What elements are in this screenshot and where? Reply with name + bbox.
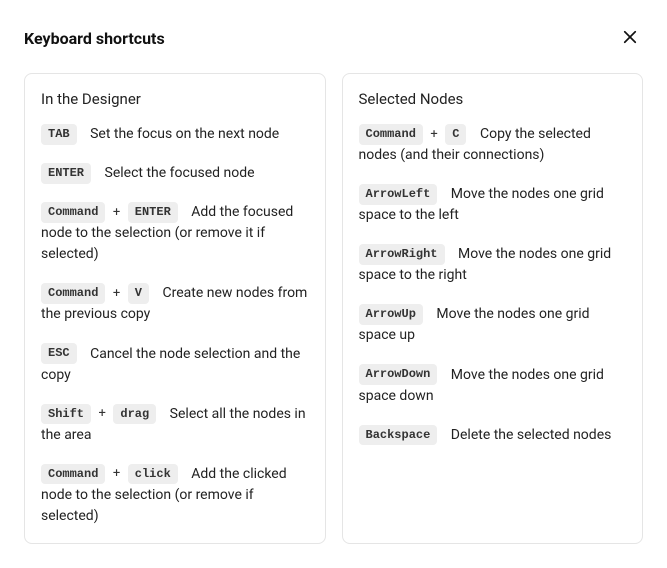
key: Command	[359, 124, 423, 145]
shortcut-desc: Cancel the node selection and the copy	[41, 346, 300, 383]
panel-title: In the Designer	[41, 90, 309, 108]
shortcut-row: ArrowRight Move the nodes one grid space…	[359, 244, 627, 286]
key: C	[445, 124, 466, 145]
close-button[interactable]	[617, 24, 643, 53]
shortcut-desc: Delete the selected nodes	[451, 427, 612, 443]
shortcut-row: ENTER Select the focused node	[41, 163, 309, 184]
key: ArrowRight	[359, 244, 445, 265]
key: ArrowUp	[359, 304, 423, 325]
key: Backspace	[359, 425, 438, 446]
close-icon	[621, 28, 639, 49]
panel-selected-nodes: Selected Nodes Command + C Copy the sele…	[342, 73, 644, 544]
key: Command	[41, 283, 105, 304]
plus: +	[113, 464, 120, 484]
dialog-header: Keyboard shortcuts	[24, 24, 643, 53]
keyboard-shortcuts-dialog: Keyboard shortcuts In the Designer TAB S…	[0, 0, 667, 568]
shortcut-row: Command + ENTER Add the focused node to …	[41, 202, 309, 265]
key: TAB	[41, 124, 77, 145]
panel-title: Selected Nodes	[359, 90, 627, 108]
key: Shift	[41, 404, 91, 425]
key: ArrowDown	[359, 364, 438, 385]
key: Command	[41, 464, 105, 485]
shortcut-desc: Select the focused node	[105, 165, 255, 181]
shortcut-row: TAB Set the focus on the next node	[41, 124, 309, 145]
plus: +	[99, 404, 106, 424]
key: click	[128, 464, 178, 485]
key: V	[128, 283, 149, 304]
key: Command	[41, 202, 105, 223]
shortcut-row: Shift + drag Select all the nodes in the…	[41, 404, 309, 446]
shortcut-row: Command + C Copy the selected nodes (and…	[359, 124, 627, 166]
shortcut-row: Command + click Add the clicked node to …	[41, 464, 309, 527]
plus: +	[113, 284, 120, 304]
dialog-title: Keyboard shortcuts	[24, 29, 165, 48]
key: ENTER	[41, 163, 91, 184]
key: drag	[113, 404, 156, 425]
shortcut-row: Command + V Create new nodes from the pr…	[41, 283, 309, 325]
shortcut-row: ArrowDown Move the nodes one grid space …	[359, 364, 627, 406]
key: ArrowLeft	[359, 184, 438, 205]
shortcut-row: ArrowLeft Move the nodes one grid space …	[359, 184, 627, 226]
shortcut-row: ArrowUp Move the nodes one grid space up	[359, 304, 627, 346]
shortcut-columns: In the Designer TAB Set the focus on the…	[24, 73, 643, 544]
shortcut-row: ESC Cancel the node selection and the co…	[41, 343, 309, 385]
panel-designer: In the Designer TAB Set the focus on the…	[24, 73, 326, 544]
key: ENTER	[128, 202, 178, 223]
key: ESC	[41, 343, 77, 364]
plus: +	[430, 125, 437, 145]
shortcut-desc: Set the focus on the next node	[90, 126, 279, 142]
shortcut-row: Backspace Delete the selected nodes	[359, 425, 627, 446]
plus: +	[113, 203, 120, 223]
